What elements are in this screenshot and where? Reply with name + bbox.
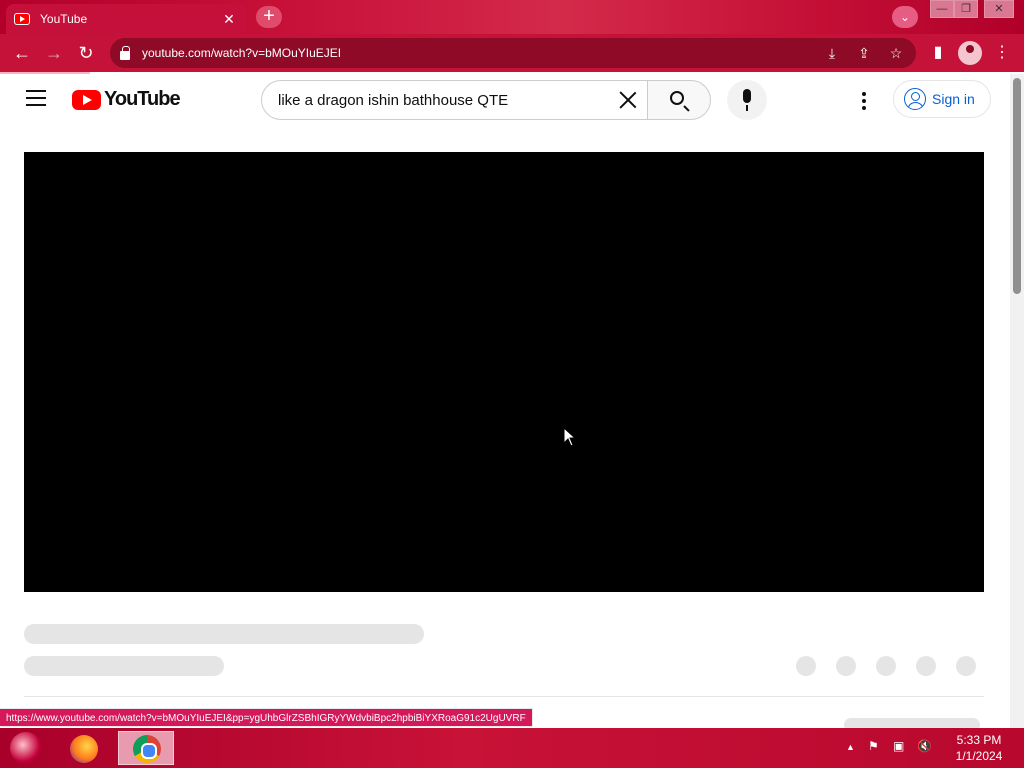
sign-in-label: Sign in	[932, 91, 975, 107]
tab-title: YouTube	[40, 12, 88, 26]
search-input[interactable]: like a dragon ishin bathhouse QTE	[261, 80, 648, 120]
tab-close-icon[interactable]: ✕	[220, 11, 238, 28]
lock-icon[interactable]	[120, 45, 130, 60]
clock-date: 1/1/2024	[955, 749, 1003, 763]
install-app-icon[interactable]: ⤓	[824, 45, 840, 61]
address-url: youtube.com/watch?v=bMOuYIuEJEI	[142, 46, 342, 60]
search-button[interactable]	[647, 80, 711, 120]
youtube-logo-text: YouTube	[104, 88, 181, 110]
taskbar-firefox[interactable]	[58, 731, 114, 765]
clock-time: 5:33 PM	[956, 733, 1002, 747]
back-arrow-icon[interactable]: ←	[10, 41, 34, 65]
action-placeholder	[916, 656, 936, 676]
title-placeholder	[24, 624, 424, 644]
youtube-favicon-icon	[14, 13, 30, 25]
restore-button[interactable]: ❐	[954, 0, 978, 18]
browser-tab-strip: YouTube ✕ + ⌄ — ❐ ✕	[0, 0, 1024, 34]
start-button[interactable]	[10, 732, 42, 764]
action-placeholder	[796, 656, 816, 676]
chrome-icon	[133, 735, 161, 763]
youtube-play-icon	[72, 89, 101, 110]
taskbar-chrome[interactable]	[118, 731, 174, 765]
link-status-bar: https://www.youtube.com/watch?v=bMOuYIuE…	[0, 708, 533, 727]
minimize-button[interactable]: —	[930, 0, 954, 18]
network-icon[interactable]: ▣	[893, 739, 904, 753]
search-query: like a dragon ishin bathhouse QTE	[278, 91, 509, 109]
browser-toolbar: ← → ↻ youtube.com/watch?v=bMOuYIuEJEI ⤓ …	[0, 34, 1024, 72]
youtube-page: YouTube like a dragon ishin bathhouse QT…	[0, 74, 1010, 728]
reload-icon[interactable]: ↻	[74, 41, 98, 65]
new-tab-button[interactable]: +	[256, 6, 282, 28]
clear-search-icon[interactable]	[615, 87, 641, 113]
taskbar: ▲ ⚑ ▣ 🔇 5:33 PM 1/1/2024	[0, 728, 1024, 768]
menu-icon[interactable]	[26, 90, 46, 106]
tab-search-button[interactable]: ⌄	[892, 6, 918, 28]
bookmark-star-icon[interactable]: ☆	[888, 45, 904, 61]
voice-search-mic-icon[interactable]	[727, 80, 767, 120]
show-hidden-icons-icon[interactable]: ▲	[846, 742, 855, 752]
firefox-icon	[70, 735, 98, 763]
address-bar[interactable]: youtube.com/watch?v=bMOuYIuEJEI ⤓ ⇪ ☆	[110, 38, 916, 68]
tab-youtube[interactable]: YouTube ✕	[6, 4, 246, 34]
divider	[24, 696, 984, 697]
window-close-button[interactable]: ✕	[984, 0, 1014, 18]
side-panel-icon[interactable]: ▮	[926, 41, 950, 65]
system-clock[interactable]: 5:33 PM 1/1/2024	[944, 732, 1014, 764]
forward-arrow-icon[interactable]: →	[42, 41, 66, 65]
video-player[interactable]	[24, 152, 984, 592]
volume-muted-icon[interactable]: 🔇	[917, 739, 932, 753]
sign-in-button[interactable]: Sign in	[893, 80, 991, 118]
profile-avatar-icon[interactable]	[958, 41, 982, 65]
sidebar-placeholder	[844, 718, 980, 728]
chrome-menu-icon[interactable]: ⋮	[990, 41, 1014, 65]
channel-placeholder	[24, 656, 224, 676]
scrollbar-thumb[interactable]	[1013, 78, 1021, 294]
action-center-flag-icon[interactable]: ⚑	[868, 739, 879, 753]
action-placeholder	[836, 656, 856, 676]
youtube-logo[interactable]: YouTube	[72, 88, 181, 111]
mouse-cursor-icon	[563, 427, 577, 447]
user-circle-icon	[904, 88, 926, 110]
share-icon[interactable]: ⇪	[856, 45, 872, 61]
action-placeholder	[956, 656, 976, 676]
search-icon	[670, 91, 684, 105]
page-scrollbar[interactable]	[1010, 74, 1024, 728]
settings-more-icon[interactable]	[862, 92, 868, 110]
action-placeholder	[876, 656, 896, 676]
